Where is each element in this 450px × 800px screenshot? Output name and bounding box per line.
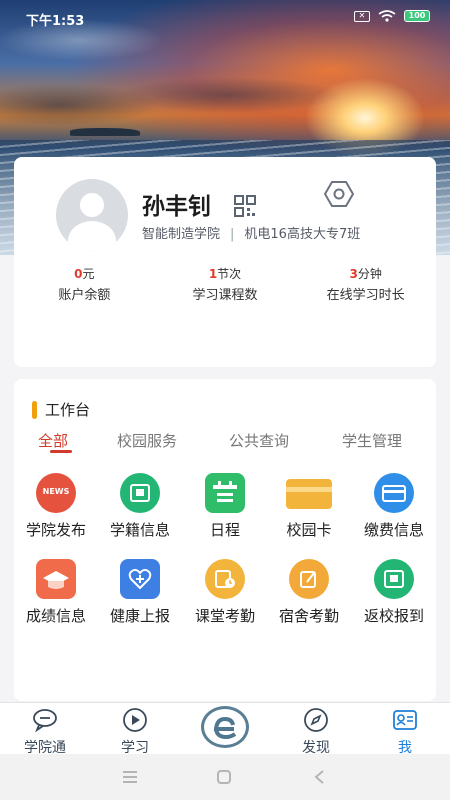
app-health-report[interactable]: 健康上报 [98, 559, 182, 626]
nav-discover[interactable]: 发现 [281, 707, 351, 757]
home-key-icon[interactable] [216, 769, 232, 785]
play-circle-icon [123, 708, 147, 732]
stat-value: 3 [349, 267, 358, 281]
app-college-news[interactable]: NEWS 学院发布 [14, 473, 98, 540]
student-card-icon [117, 473, 163, 513]
app-payment-info[interactable]: 缴费信息 [352, 473, 436, 540]
stat-value: 1 [208, 267, 218, 281]
calendar-icon [202, 473, 248, 513]
app-class-attendance[interactable]: 课堂考勤 [183, 559, 267, 626]
app-label: 课堂考勤 [194, 607, 255, 625]
app-label: 返校报到 [363, 607, 424, 625]
profile-card: 孙丰钊 智能制造学院 | 机电16高技大专7班 0元 账户余额 1节次 学习课程数 … [14, 157, 436, 367]
attendance-clock-icon [202, 559, 248, 599]
tab-campus-service[interactable]: 校园服务 [117, 430, 177, 451]
return-school-icon [371, 559, 417, 599]
stat-label: 学习课程数 [192, 288, 258, 303]
graduation-cap-icon [33, 559, 79, 599]
workbench-title: 工作台 [32, 399, 90, 420]
profile-card-icon [393, 710, 417, 730]
user-subinfo: 智能制造学院 | 机电16高技大专7班 [142, 223, 360, 242]
avatar[interactable] [56, 179, 128, 251]
tab-public-query[interactable]: 公共查询 [229, 430, 289, 451]
app-grades[interactable]: 成绩信息 [14, 559, 98, 626]
user-name: 孙丰钊 [142, 194, 211, 220]
sim-icon: ✕ [354, 10, 370, 22]
category-tabs: 全部 校园服务 公共查询 学生管理 [14, 430, 436, 454]
news-icon: NEWS [33, 473, 79, 513]
workbench-title-text: 工作台 [45, 401, 91, 419]
title-accent-bar [32, 400, 37, 419]
stat-unit: 分钟 [357, 267, 382, 281]
app-label: 缴费信息 [363, 521, 424, 539]
compass-icon [304, 708, 328, 732]
chat-bubble-icon [33, 709, 57, 733]
qr-code-icon[interactable] [234, 195, 256, 217]
tab-student-management[interactable]: 学生管理 [342, 430, 402, 451]
stat-online-time[interactable]: 3分钟 在线学习时长 [295, 265, 436, 303]
class-name: 机电16高技大专7班 [244, 227, 361, 242]
stat-unit: 元 [82, 267, 95, 281]
status-bar: 下午1:53 ✕ 100 [0, 0, 450, 34]
app-label: 学籍信息 [109, 521, 170, 539]
workbench-card: 工作台 全部 校园服务 公共查询 学生管理 NEWS 学院发布 学籍信息 日程 … [14, 379, 436, 701]
stat-value: 0 [74, 267, 83, 281]
stat-label: 账户余额 [58, 288, 111, 303]
stats-row: 0元 账户余额 1节次 学习课程数 3分钟 在线学习时长 [14, 265, 436, 303]
status-time: 下午1:53 [26, 14, 85, 29]
nav-college-link[interactable]: 学院通 [10, 707, 80, 757]
battery-icon: 100 [404, 10, 430, 22]
active-tab-indicator [50, 450, 72, 453]
app-schedule[interactable]: 日程 [183, 473, 267, 540]
stat-balance[interactable]: 0元 账户余额 [14, 265, 155, 303]
news-badge: NEWS [42, 487, 70, 496]
app-label: 校园卡 [286, 521, 332, 539]
subinfo-separator: | [230, 227, 235, 242]
app-campus-card[interactable]: 校园卡 [267, 473, 351, 540]
health-heart-icon [117, 559, 163, 599]
status-icons: ✕ 100 [354, 10, 430, 22]
app-label: 日程 [209, 521, 240, 539]
island [70, 128, 140, 136]
stat-courses[interactable]: 1节次 学习课程数 [155, 265, 296, 303]
nav-study[interactable]: 学习 [100, 707, 170, 757]
tab-all[interactable]: 全部 [38, 430, 68, 451]
app-dorm-attendance[interactable]: 宿舍考勤 [267, 559, 351, 626]
app-return-school[interactable]: 返校报到 [352, 559, 436, 626]
app-student-status[interactable]: 学籍信息 [98, 473, 182, 540]
dorm-edit-icon [286, 559, 332, 599]
stat-unit: 节次 [217, 267, 242, 281]
settings-hexagon-icon[interactable] [324, 179, 354, 209]
menu-key-icon[interactable] [122, 769, 138, 785]
app-label: 成绩信息 [25, 607, 86, 625]
app-label: 宿舍考勤 [278, 607, 339, 625]
app-label: 学院发布 [25, 521, 86, 539]
wifi-icon [378, 10, 396, 22]
college-name: 智能制造学院 [142, 227, 221, 242]
payment-card-icon [371, 473, 417, 513]
nav-me[interactable]: 我 [370, 707, 440, 757]
system-navigation-bar [0, 754, 450, 800]
stat-label: 在线学习时长 [326, 288, 405, 303]
app-label: 健康上报 [109, 607, 170, 625]
e-logo-icon[interactable] [201, 706, 249, 748]
back-key-icon[interactable] [312, 769, 328, 785]
campus-card-icon [286, 473, 332, 513]
